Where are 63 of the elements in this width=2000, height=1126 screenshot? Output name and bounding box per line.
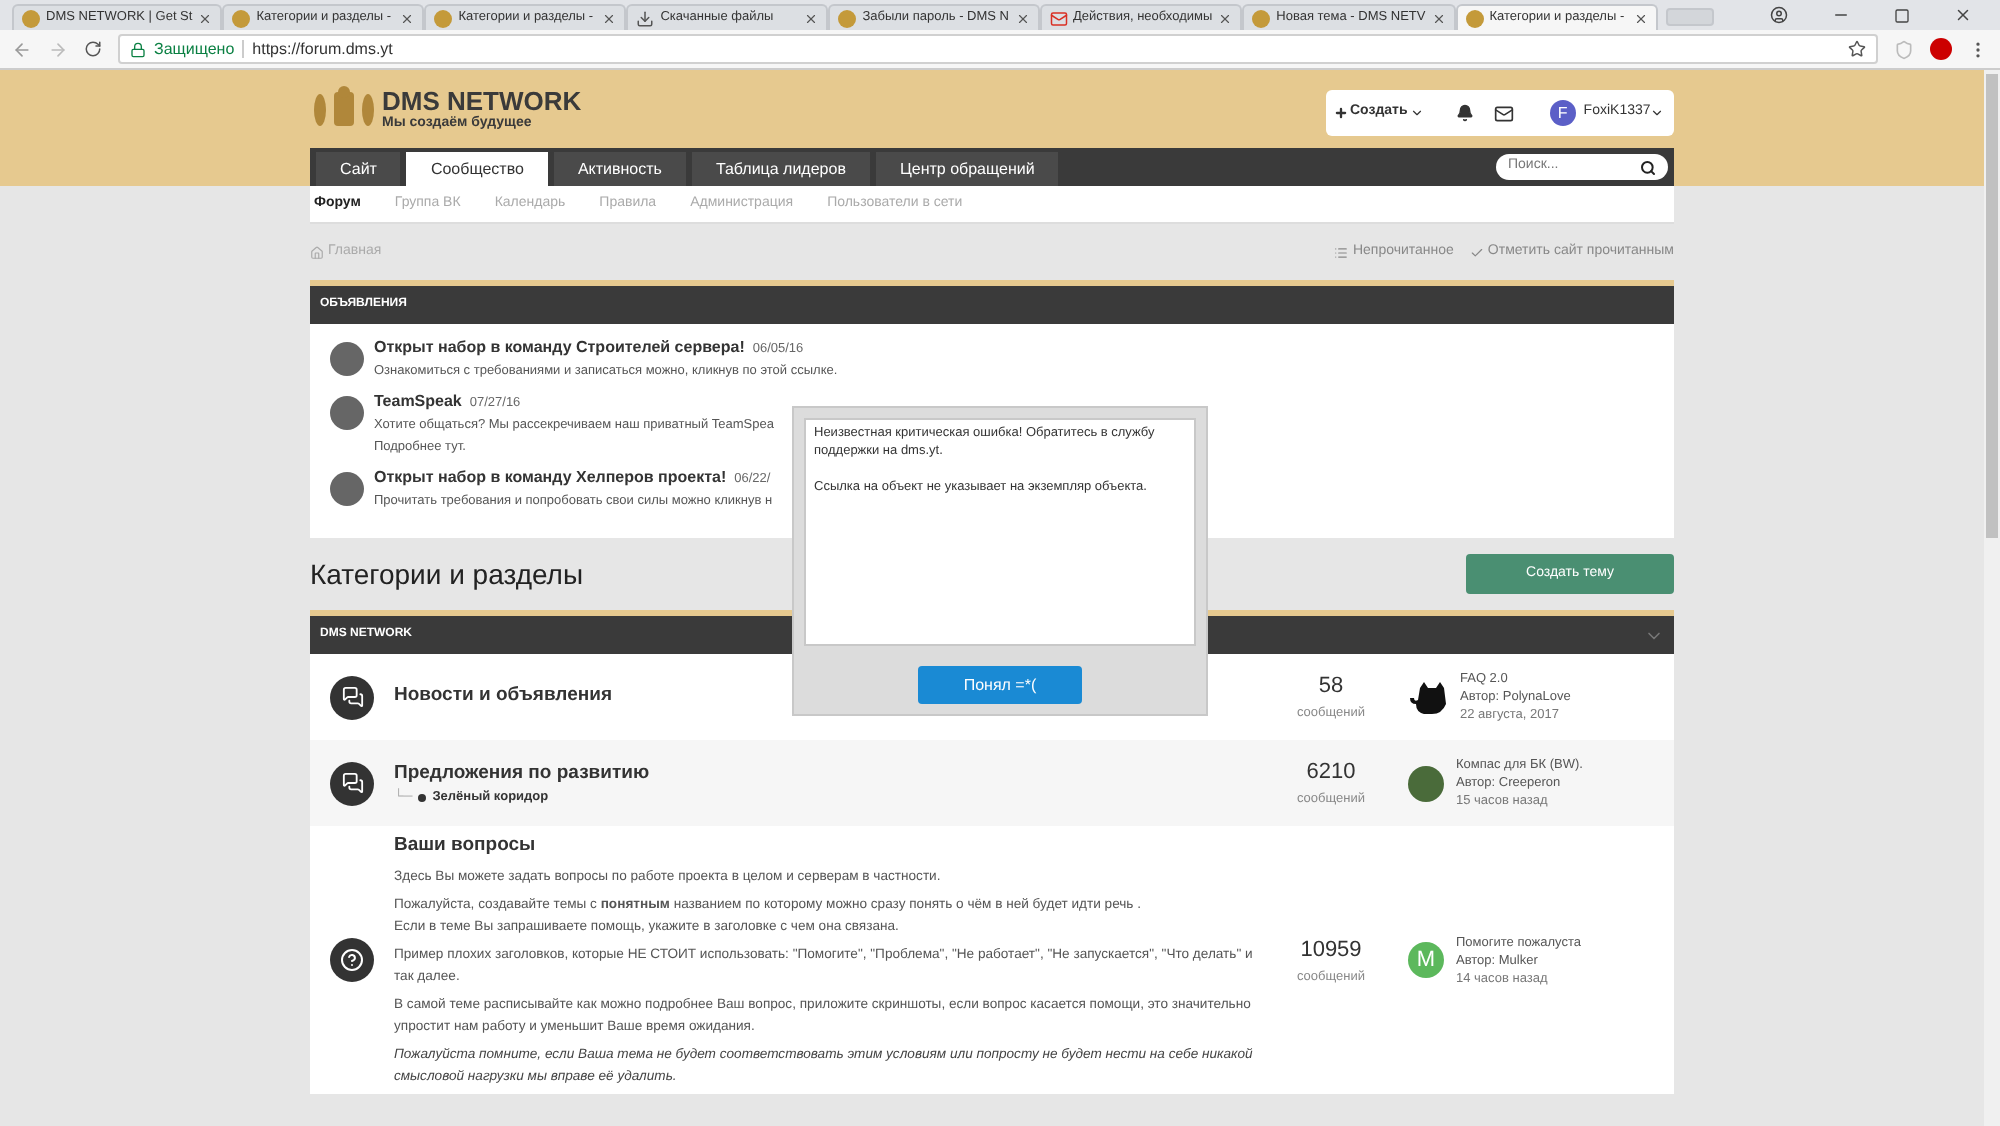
home-icon — [310, 245, 324, 259]
announcement-title[interactable]: Открыт набор в команду Хелперов проекта! — [374, 466, 727, 490]
close-icon[interactable] — [1218, 11, 1233, 25]
mail-icon — [1049, 9, 1067, 27]
nav-tab[interactable]: Таблица лидеров — [691, 152, 870, 186]
cat-avatar-icon — [1408, 679, 1448, 715]
logo-title: DMS NETWORK — [382, 88, 582, 114]
forum-title[interactable]: Предложения по развитию — [394, 759, 1254, 788]
help-icon — [330, 938, 374, 983]
address-field[interactable]: Защищено https://forum.dms.yt — [118, 34, 1878, 64]
lock-icon — [130, 41, 146, 57]
secure-label: Защищено — [154, 37, 235, 61]
confirm-button[interactable]: Понял =*( — [918, 666, 1082, 704]
site-favicon-icon — [22, 9, 40, 27]
close-icon[interactable] — [198, 11, 213, 25]
maximize-icon[interactable] — [1894, 7, 1910, 23]
page-title: Категории и разделы — [310, 555, 584, 594]
list-icon — [1334, 245, 1349, 259]
site-favicon-icon — [1252, 9, 1271, 27]
scrollbar-thumb[interactable] — [1986, 74, 1998, 538]
envelope-icon[interactable] — [1493, 103, 1514, 123]
announcement-title[interactable]: TeamSpeak — [374, 390, 462, 414]
site-favicon-icon — [838, 9, 857, 27]
chat-icon — [330, 675, 374, 719]
search-icon[interactable] — [1640, 159, 1656, 175]
close-icon[interactable] — [804, 11, 819, 25]
site-favicon-icon — [434, 9, 453, 27]
nav-tab[interactable]: Сообщество — [406, 152, 548, 186]
nav-tab[interactable]: Активность — [553, 152, 686, 186]
url-text: https://forum.dms.yt — [252, 37, 393, 61]
profile-icon[interactable] — [1770, 6, 1788, 24]
close-icon[interactable] — [1633, 11, 1648, 25]
avatar-image — [330, 342, 364, 376]
post-count: 58 — [1318, 672, 1344, 703]
plus-icon — [1334, 106, 1348, 120]
caret-icon — [1409, 106, 1424, 120]
forum-title[interactable]: Ваши вопросы — [394, 832, 1254, 861]
avatar-image — [330, 472, 364, 506]
close-icon[interactable] — [1015, 11, 1029, 25]
reload-icon[interactable] — [84, 40, 102, 58]
letter-avatar: M — [1408, 942, 1444, 979]
site-favicon-icon — [1465, 9, 1484, 27]
check-icon — [1469, 245, 1484, 259]
chat-icon — [330, 761, 374, 805]
close-icon[interactable] — [1954, 6, 1972, 24]
download-icon — [636, 9, 655, 27]
scrollbar[interactable] — [1984, 70, 2000, 1126]
bookmark-star-icon[interactable] — [1848, 40, 1866, 58]
announcement-title[interactable]: Открыт набор в команду Строителей сервера! — [374, 336, 745, 360]
user-avatar[interactable]: F — [1549, 100, 1576, 126]
close-icon[interactable] — [400, 11, 415, 25]
post-count: 10959 — [1300, 936, 1362, 966]
nav-tab[interactable]: Центр обращений — [875, 152, 1059, 186]
close-icon[interactable] — [602, 11, 617, 25]
avatar-image — [1408, 765, 1444, 801]
back-icon[interactable] — [12, 39, 32, 59]
avatar-image — [330, 396, 364, 430]
post-count: 6210 — [1306, 758, 1356, 789]
close-icon[interactable] — [1431, 11, 1446, 25]
caret-icon — [1650, 106, 1665, 120]
site-favicon-icon — [232, 9, 251, 27]
nav-tab[interactable]: Сайт — [316, 152, 401, 186]
bell-icon[interactable] — [1455, 104, 1474, 122]
